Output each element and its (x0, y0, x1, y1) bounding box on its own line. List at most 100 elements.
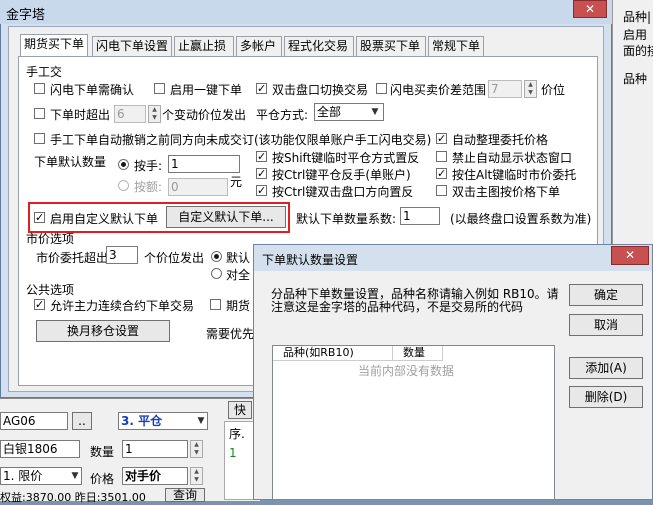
window-titlebar (0, 0, 612, 24)
by-hand-radio[interactable] (118, 159, 129, 170)
auto-arrange-label: 自动整理委托价格 (452, 133, 549, 147)
contract-name: 白银1806 (0, 440, 80, 458)
ok-button[interactable]: 确定 (569, 284, 643, 306)
chevron-down-icon: ▼ (197, 416, 205, 426)
price-input[interactable]: 对手价 (122, 467, 188, 485)
price-range-checkbox[interactable] (376, 83, 387, 94)
custom-default-order-button[interactable]: 自定义默认下单... (166, 206, 286, 228)
dblclick-switch-checkbox[interactable]: ✓ (256, 83, 267, 94)
close-mode-label: 平仓方式: (256, 108, 309, 122)
cancel-button[interactable]: 取消 (569, 314, 643, 336)
auto-cancel-checkbox[interactable] (34, 133, 45, 144)
enable-custom-checkbox[interactable]: ✓ (34, 212, 45, 223)
price-range-spinner[interactable]: ▲ ▼ (524, 80, 537, 98)
tab-futures-order[interactable]: 期货买下单 (20, 34, 88, 57)
dblclick-switch-label: 双击盘口切换交易 (272, 83, 369, 97)
tab-program-trade[interactable]: 程式化交易 (284, 36, 354, 56)
by-amount-label: 按额: (134, 180, 163, 194)
right-pane-text: 面的接 (623, 44, 653, 58)
market-group-title: 市价选项 (26, 232, 75, 246)
shift-close-checkbox[interactable]: ✓ (256, 151, 267, 162)
dialog-title: 下单默认数量设置 (262, 253, 359, 267)
dialog-desc-line2: 注意这是金字塔的品种代码，不是交易所的代码 (271, 300, 524, 314)
market-exceed-label: 市价委托超出 (36, 251, 109, 265)
yuan-label: 元 (230, 175, 243, 189)
add-button[interactable]: 添加(A) (569, 357, 643, 379)
tab-stop-profit-loss[interactable]: 止赢止损 (174, 36, 234, 56)
no-status-window-label: 禁止自动显示状态窗口 (452, 151, 573, 165)
timeout-suffix: 个变动价位发出 (162, 108, 247, 122)
chevron-down-icon: ▼ (371, 107, 379, 117)
confirm-label: 闪电下单需确认 (50, 83, 135, 97)
ctrl-dbl-checkbox[interactable]: ✓ (256, 185, 267, 196)
coef-label: 默认下单数量系数: (296, 212, 397, 226)
rollover-settings-button[interactable]: 换月移仓设置 (36, 320, 170, 342)
list-row-seq: 1 (229, 446, 237, 460)
chevron-down-icon: ▼ (71, 471, 79, 481)
ctrl-reverse-label: 按Ctrl键平仓反手(单账户) (272, 168, 411, 182)
one-key-checkbox[interactable] (154, 83, 165, 94)
tab-regular-order[interactable]: 常规下单 (428, 36, 484, 56)
window-title: 金字塔 (6, 8, 46, 23)
list-header-seq: 序. (229, 427, 245, 441)
one-key-label: 启用一键下单 (170, 83, 243, 97)
enable-custom-label: 启用自定义默认下单 (50, 212, 159, 226)
coef-note: (以最终盘口设置系数为准) (450, 212, 592, 226)
dbl-main-checkbox[interactable] (436, 185, 447, 196)
market-full-radio[interactable] (211, 268, 222, 279)
futures-checkbox[interactable] (210, 299, 221, 310)
account-status: 权益:3870.00 昨日:3501.00 (0, 491, 146, 504)
by-amount-input[interactable]: 0 (168, 178, 228, 196)
common-group-title: 公共选项 (26, 283, 75, 297)
price-unit-label: 价位 (541, 83, 566, 97)
timeout-checkbox[interactable] (34, 108, 45, 119)
price-spinner[interactable]: ▲ ▼ (190, 467, 203, 485)
market-exceed-suffix: 个价位发出 (144, 251, 205, 265)
market-default-radio[interactable] (211, 251, 222, 262)
futures-label: 期货 (226, 299, 251, 313)
col-header-qty[interactable]: 数量 (393, 346, 443, 361)
alt-market-checkbox[interactable]: ✓ (436, 168, 447, 179)
quick-tab[interactable]: 快 (228, 401, 252, 419)
price-range-input[interactable]: 7 (488, 80, 522, 98)
qty-label: 数量 (90, 445, 115, 459)
market-full-label: 对全 (226, 268, 251, 282)
by-hand-label: 按手: (134, 159, 163, 173)
right-pane-text: 品种| (623, 10, 652, 24)
no-status-window-checkbox[interactable] (436, 151, 447, 162)
qty-default-label: 下单默认数量 (34, 155, 107, 169)
market-exceed-input[interactable]: 3 (106, 246, 138, 264)
timeout-spinner[interactable]: ▲ ▼ (148, 105, 161, 123)
col-header-variety[interactable]: 品种(如RB10) (273, 346, 393, 361)
confirm-checkbox[interactable] (34, 83, 45, 94)
auto-arrange-checkbox[interactable]: ✓ (436, 133, 447, 144)
price-range-label: 闪电买卖价差范围 (390, 83, 487, 97)
coef-input[interactable]: 1 (400, 207, 440, 225)
browse-button[interactable]: .. (72, 412, 92, 430)
tab-multi-account[interactable]: 多帐户 (236, 36, 282, 56)
by-amount-radio[interactable] (118, 180, 129, 191)
manual-group-title: 手工交 (26, 65, 63, 79)
timeout-input[interactable]: 6 (114, 105, 146, 123)
alt-market-label: 按住Alt键临时市价委托 (452, 168, 577, 182)
window-close-button[interactable]: ✕ (573, 0, 607, 18)
shift-close-label: 按Shift键临时平仓方式置反 (272, 151, 420, 165)
tab-flash-order[interactable]: 闪电下单设置 (92, 36, 172, 56)
qty-input[interactable]: 1 (122, 440, 188, 458)
right-pane-text: 启用 (623, 28, 648, 42)
market-default-label: 默认 (226, 251, 251, 265)
auto-cancel-label: 手工下单自动撤销之前同方向未成交订(该功能仅限单账户手工闪电交易) (50, 133, 432, 147)
allow-main-checkbox[interactable]: ✓ (34, 299, 45, 310)
timeout-label: 下单时超出 (50, 108, 111, 122)
ctrl-dbl-label: 按Ctrl键双击盘口方向置反 (272, 185, 414, 199)
delete-button[interactable]: 删除(D) (569, 386, 643, 408)
by-hand-input[interactable]: 1 (168, 155, 240, 173)
allow-main-label: 允许主力连续合约下单交易 (50, 299, 195, 313)
contract-code-input[interactable]: AG06 (0, 412, 68, 430)
qty-spinner[interactable]: ▲ ▼ (190, 440, 203, 458)
dialog-close-button[interactable]: ✕ (611, 246, 649, 265)
tab-stock-order[interactable]: 股票买下单 (356, 36, 426, 56)
empty-list-text: 当前内部没有数据 (358, 364, 455, 378)
price-label: 价格 (90, 472, 115, 486)
ctrl-reverse-checkbox[interactable]: ✓ (256, 168, 267, 179)
